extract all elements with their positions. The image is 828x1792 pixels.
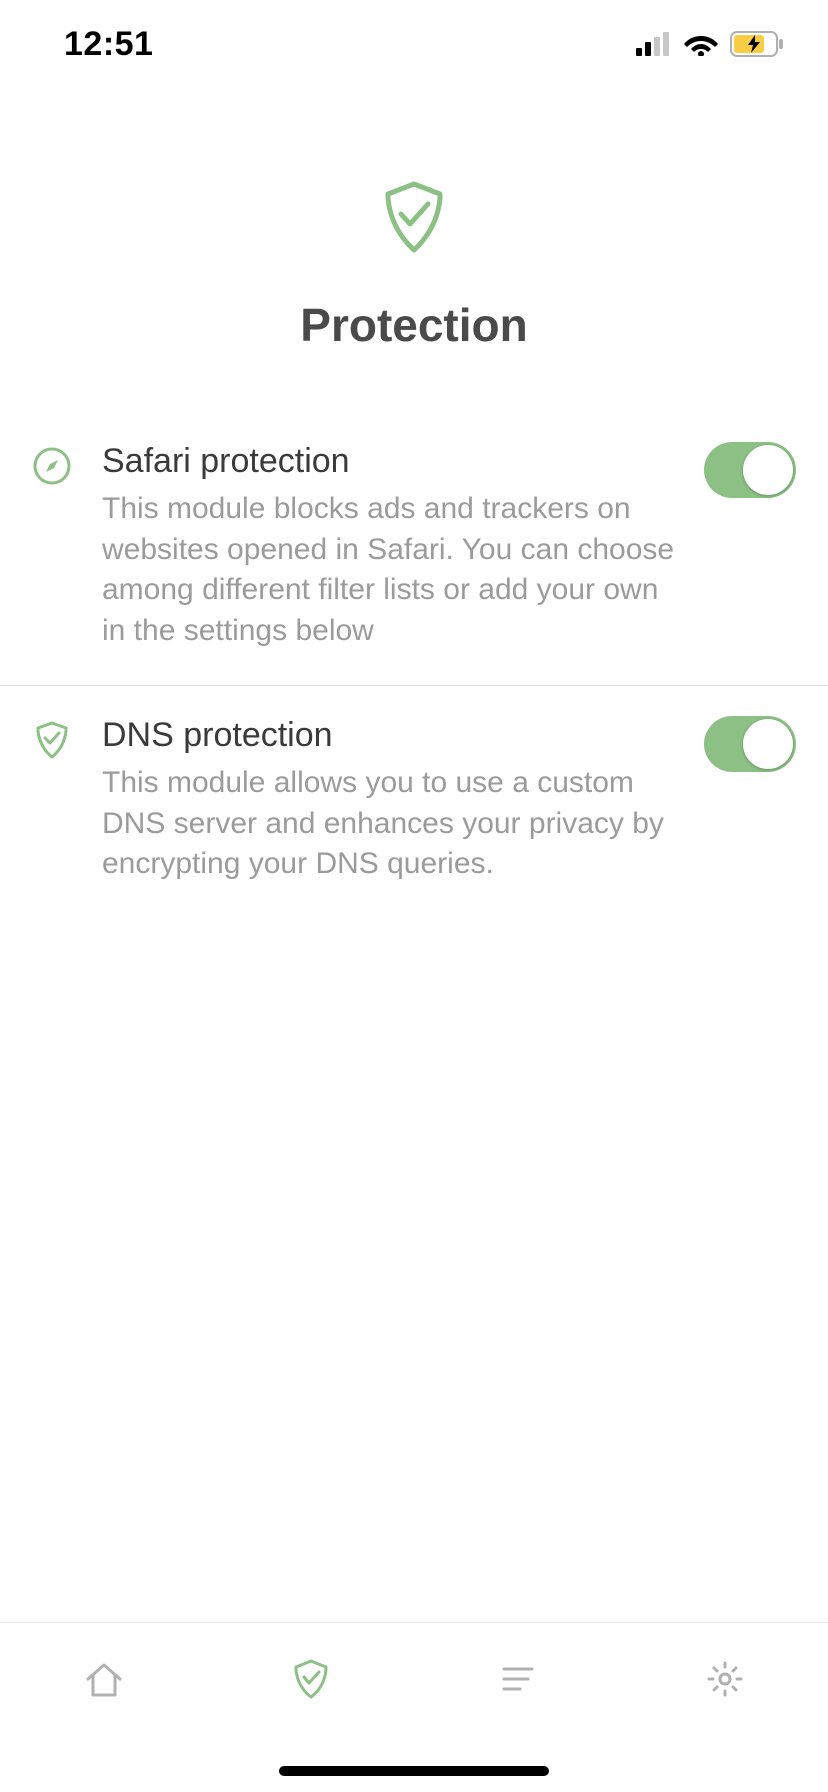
page-title: Protection <box>300 298 527 352</box>
cellular-signal-icon <box>636 32 672 56</box>
dns-protection-description: This module allows you to use a custom D… <box>102 763 684 885</box>
toggle-knob <box>743 445 793 495</box>
dns-protection-toggle[interactable] <box>704 716 796 772</box>
shield-check-icon <box>374 178 454 258</box>
wifi-icon <box>684 32 718 56</box>
battery-charging-icon <box>730 31 784 57</box>
safari-protection-title: Safari protection <box>102 442 684 481</box>
home-indicator[interactable] <box>279 1766 549 1776</box>
safari-protection-row[interactable]: Safari protection This module blocks ads… <box>0 412 828 686</box>
page-header: Protection <box>0 88 828 412</box>
tab-protection[interactable] <box>285 1653 337 1705</box>
shield-check-tab-icon <box>289 1657 333 1701</box>
safari-protection-text: Safari protection This module blocks ads… <box>102 442 704 651</box>
tab-home[interactable] <box>78 1653 130 1705</box>
status-time: 12:51 <box>40 25 153 64</box>
compass-icon <box>32 446 72 486</box>
dns-protection-row[interactable]: DNS protection This module allows you to… <box>0 686 828 919</box>
gear-icon <box>703 1657 747 1701</box>
safari-protection-toggle[interactable] <box>704 442 796 498</box>
list-lines-icon <box>496 1657 540 1701</box>
toggle-knob <box>743 719 793 769</box>
protection-list: Safari protection This module blocks ads… <box>0 412 828 919</box>
status-bar: 12:51 <box>0 0 828 88</box>
tab-activity[interactable] <box>492 1653 544 1705</box>
status-icons <box>636 31 788 57</box>
dns-protection-text: DNS protection This module allows you to… <box>102 716 704 885</box>
tab-settings[interactable] <box>699 1653 751 1705</box>
shield-check-small-icon <box>32 720 72 760</box>
dns-protection-title: DNS protection <box>102 716 684 755</box>
safari-protection-description: This module blocks ads and trackers on w… <box>102 489 684 651</box>
house-icon <box>82 1657 126 1701</box>
